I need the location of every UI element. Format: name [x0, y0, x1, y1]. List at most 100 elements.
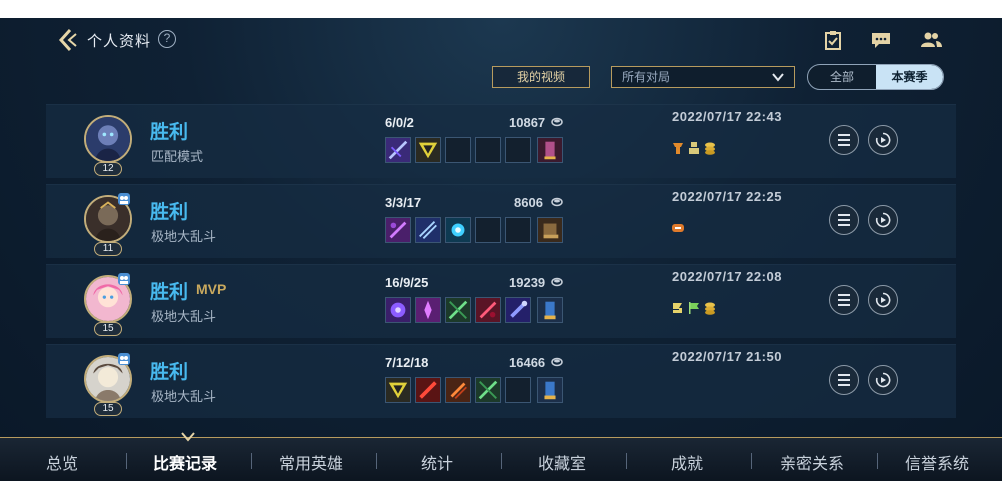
kda: 7/12/18	[385, 355, 429, 370]
kda: 16/9/25	[385, 275, 429, 290]
item-slot-empty	[475, 217, 501, 243]
item-slot-empty	[505, 377, 531, 403]
tab-divider	[501, 453, 502, 469]
gold-coin-icon	[551, 277, 563, 287]
replay-button[interactable]	[868, 285, 898, 315]
item-slot	[537, 217, 563, 243]
match-row[interactable]: 12 胜利 匹配模式 6/0/2 10867 2022/07/17 22:43	[46, 104, 956, 178]
my-video-button[interactable]: 我的视频	[492, 66, 590, 88]
season-toggle[interactable]: 全部 本赛季	[807, 64, 944, 90]
tab-divider	[877, 453, 878, 469]
kda: 3/3/17	[385, 195, 422, 210]
gold-stack-badge-icon	[703, 301, 717, 315]
item-slot-empty	[505, 137, 531, 163]
item-slot	[385, 137, 411, 163]
gold-earned: 8606	[514, 195, 543, 210]
item-slot	[475, 377, 501, 403]
tab-divider	[626, 453, 627, 469]
replay-icon	[875, 212, 891, 228]
game-mode: 极地大乱斗	[151, 389, 217, 404]
match-result: 胜利	[150, 362, 189, 383]
party-icon	[118, 193, 130, 205]
match-details-button[interactable]	[829, 365, 859, 395]
item-slot	[415, 137, 441, 163]
item-slot	[537, 377, 563, 403]
bottom-nav: 总览 比赛记录 常用英雄 统计 收藏室 成就 亲密关系 信誉系统	[0, 432, 1002, 481]
dragon-badge-icon	[671, 221, 685, 235]
item-slot	[415, 217, 441, 243]
replay-button[interactable]	[868, 205, 898, 235]
match-details-button[interactable]	[829, 285, 859, 315]
item-slot-empty	[475, 137, 501, 163]
chevron-down-icon	[772, 73, 784, 82]
match-result: 胜利	[150, 282, 189, 303]
party-icon	[118, 273, 130, 285]
match-filter-value: 所有对局	[622, 70, 671, 84]
list-icon	[838, 134, 850, 146]
mvp-label: MVP	[196, 281, 227, 297]
tab-statistics[interactable]: 统计	[421, 450, 453, 474]
match-row[interactable]: 11 胜利 极地大乱斗 3/3/17 8606 2022/07/17 22:25	[46, 184, 956, 258]
tab-achievements[interactable]: 成就	[671, 450, 703, 474]
gold-earned: 19239	[509, 275, 546, 290]
toggle-current-season[interactable]: 本赛季	[876, 65, 943, 89]
question-circle-icon[interactable]: ?	[158, 30, 176, 48]
inhibitor-badge-icon	[687, 141, 701, 155]
match-filter-dropdown[interactable]: 所有对局	[611, 66, 795, 88]
match-result: 胜利	[150, 202, 189, 223]
list-icon	[838, 294, 850, 306]
match-details-button[interactable]	[829, 205, 859, 235]
gold-earned: 10867	[509, 115, 546, 130]
tab-honor-system[interactable]: 信誉系统	[905, 450, 969, 474]
match-row[interactable]: 15 胜利 MVP 极地大乱斗 16/9/25 19239 2022/07/17…	[46, 264, 956, 338]
match-row[interactable]: 15 胜利 极地大乱斗 7/12/18 16466 2022/07/17 21:…	[46, 344, 956, 418]
gold-coin-icon	[551, 357, 563, 367]
item-slot	[537, 297, 563, 323]
match-datetime: 2022/07/17 21:50	[672, 349, 782, 364]
top-bar: 个人资料 ?	[0, 18, 1002, 62]
game-mode: 极地大乱斗	[151, 229, 217, 244]
replay-icon	[875, 132, 891, 148]
back-arrow-icon[interactable]	[58, 28, 78, 52]
tab-overview[interactable]: 总览	[46, 450, 78, 474]
checklist-icon[interactable]	[822, 30, 844, 50]
kda: 6/0/2	[385, 115, 414, 130]
list-icon	[838, 374, 850, 386]
item-slot	[385, 297, 411, 323]
friends-icon[interactable]	[920, 30, 942, 50]
tab-divider	[751, 453, 752, 469]
gold-coin-icon	[551, 117, 563, 127]
tab-top-champions[interactable]: 常用英雄	[279, 450, 343, 474]
replay-button[interactable]	[868, 125, 898, 155]
item-slot	[385, 377, 411, 403]
champion-level-badge: 12	[94, 162, 122, 176]
page-title: 个人资料	[87, 33, 152, 50]
chat-icon[interactable]	[870, 30, 892, 50]
item-slot	[537, 137, 563, 163]
item-slot	[445, 217, 471, 243]
item-slot	[505, 297, 531, 323]
game-mode: 匹配模式	[151, 149, 204, 164]
item-slot	[475, 297, 501, 323]
flag-badge-icon	[687, 301, 701, 315]
turret-badge-icon	[671, 141, 685, 155]
match-details-button[interactable]	[829, 125, 859, 155]
tab-divider	[126, 453, 127, 469]
game-mode: 极地大乱斗	[151, 309, 217, 324]
champion-level-badge: 11	[94, 242, 122, 256]
gold-stack-badge-icon	[703, 141, 717, 155]
replay-button[interactable]	[868, 365, 898, 395]
item-slot-empty	[445, 137, 471, 163]
item-slot	[415, 377, 441, 403]
tab-relationships[interactable]: 亲密关系	[780, 450, 844, 474]
champion-level-badge: 15	[94, 402, 122, 416]
champion-avatar	[84, 115, 132, 163]
tab-match-history[interactable]: 比赛记录	[153, 450, 217, 474]
tab-divider	[376, 453, 377, 469]
tab-divider	[251, 453, 252, 469]
tab-collection[interactable]: 收藏室	[538, 450, 586, 474]
toggle-all[interactable]: 全部	[808, 65, 876, 89]
party-icon	[118, 353, 130, 365]
active-tab-marker-icon	[181, 432, 195, 442]
match-datetime: 2022/07/17 22:08	[672, 269, 782, 284]
